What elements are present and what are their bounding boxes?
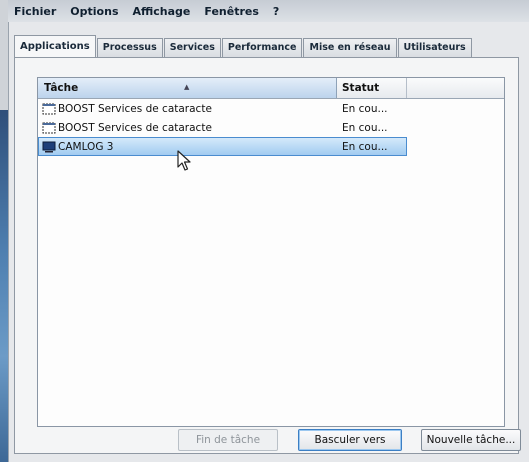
menu-options[interactable]: Options	[70, 5, 118, 18]
list-item-task-label: BOOST Services de cataracte	[58, 121, 212, 134]
app-window-icon	[42, 103, 56, 114]
tab-processus[interactable]: Processus	[96, 38, 163, 57]
app-window-icon	[42, 122, 56, 133]
tab-services[interactable]: Services	[163, 38, 221, 57]
tab-mise-en-reseau[interactable]: Mise en réseau	[303, 38, 397, 57]
new-task-button[interactable]: Nouvelle tâche...	[421, 429, 521, 451]
applications-panel: ▲ Tâche Statut BOOST Services de catarac…	[14, 57, 519, 454]
list-item-status: En cou...	[342, 140, 388, 153]
switch-to-button[interactable]: Basculer vers	[298, 429, 402, 451]
tab-utilisateurs[interactable]: Utilisateurs	[397, 38, 472, 57]
column-header-filler	[407, 78, 504, 98]
mouse-pointer-icon	[177, 150, 191, 171]
monitor-app-icon	[42, 141, 56, 152]
list-item-task-cell: BOOST Services de cataracte	[38, 122, 337, 134]
list-item[interactable]: BOOST Services de cataracte En cou...	[38, 118, 504, 137]
task-list[interactable]: ▲ Tâche Statut BOOST Services de catarac…	[37, 77, 505, 427]
sort-ascending-icon: ▲	[184, 83, 190, 91]
menu-fichier[interactable]: Fichier	[14, 5, 56, 18]
task-manager-window: Fichier Options Affichage Fenêtres ? App…	[8, 0, 529, 462]
list-item-task-label: CAMLOG 3	[58, 140, 114, 153]
end-task-button[interactable]: Fin de tâche	[178, 429, 278, 451]
tab-applications[interactable]: Applications	[14, 35, 96, 58]
menu-affichage[interactable]: Affichage	[133, 5, 191, 18]
list-item[interactable]: BOOST Services de cataracte En cou...	[38, 99, 504, 118]
list-item-status: En cou...	[342, 121, 388, 134]
list-header: ▲ Tâche Statut	[38, 78, 504, 99]
column-header-status-label: Statut	[342, 82, 380, 94]
list-item-task-label: BOOST Services de cataracte	[58, 102, 212, 115]
menu-help[interactable]: ?	[273, 5, 279, 18]
list-item-status: En cou...	[342, 102, 388, 115]
tab-strip: Applications Processus Services Performa…	[14, 35, 473, 58]
list-item-task-cell: BOOST Services de cataracte	[38, 103, 337, 115]
column-header-status[interactable]: Statut	[337, 78, 407, 98]
tab-performance[interactable]: Performance	[221, 38, 303, 57]
menu-fenetres[interactable]: Fenêtres	[204, 5, 259, 18]
column-header-task[interactable]: ▲ Tâche	[38, 78, 337, 98]
column-header-task-label: Tâche	[44, 82, 79, 94]
list-rows: BOOST Services de cataracte En cou... BO…	[38, 99, 504, 156]
menu-bar: Fichier Options Affichage Fenêtres ?	[8, 0, 529, 22]
list-item-selected[interactable]: CAMLOG 3 En cou...	[38, 137, 407, 156]
